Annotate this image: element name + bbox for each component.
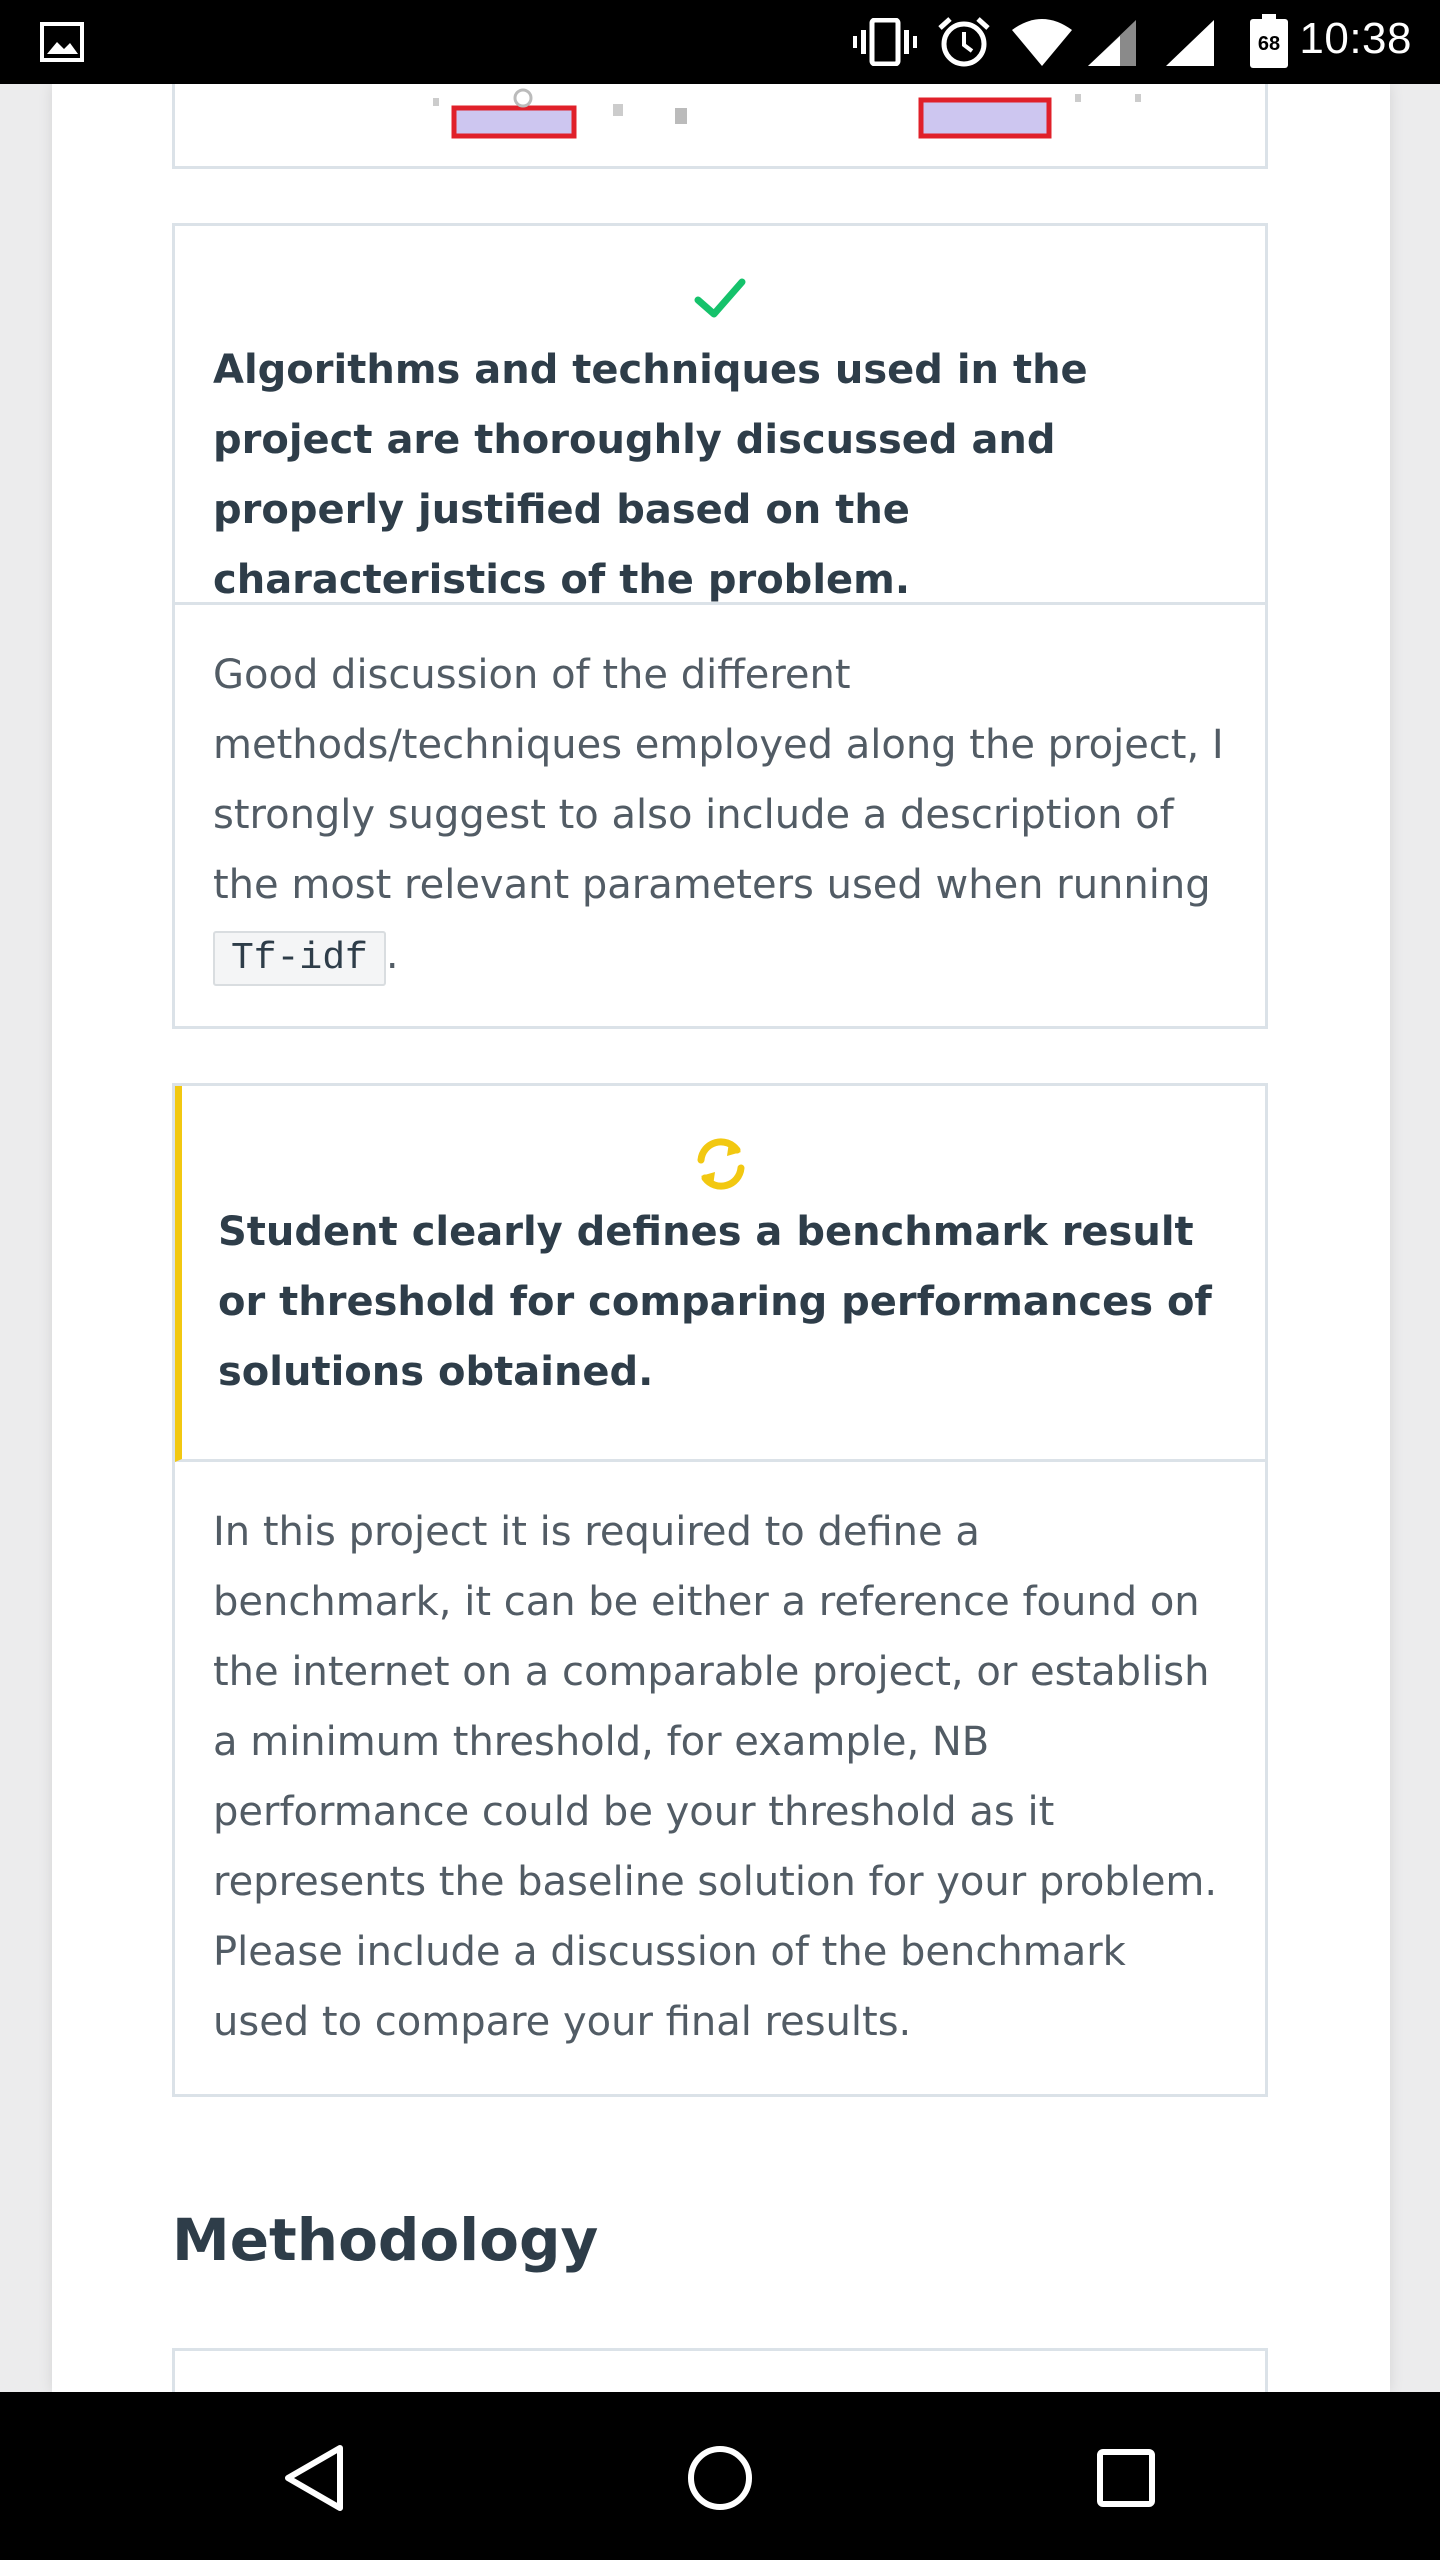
back-icon[interactable] [282,2444,346,2512]
vibrate-icon [853,18,917,66]
checkmark-icon [694,278,746,318]
criterion-title: Algorithms and techniques used in the pr… [213,347,1088,603]
comment-text: Good discussion of the different methods… [213,652,1224,908]
chart-thumbnail [433,88,1141,139]
reviewer-comment: In this project it is required to define… [213,1509,1218,2045]
criterion-card-next [172,2348,1268,2392]
status-bar: 68 10:38 [0,0,1440,84]
cell-signal-icon [1166,20,1214,66]
criterion-card-previous [172,84,1268,169]
section-title: Methodology [172,2206,599,2274]
wifi-icon [1012,19,1072,66]
code-snippet: Tf-idf [213,931,386,986]
clock: 10:38 [1299,14,1412,63]
criterion-card-algorithms: Algorithms and techniques used in the pr… [172,223,1268,1029]
criterion-title: Student clearly defines a benchmark resu… [218,1209,1212,1395]
refresh-icon [697,1138,744,1190]
navigation-bar [0,2392,1440,2560]
home-icon[interactable] [686,2444,754,2512]
comment-text-end: . [385,932,399,978]
criterion-header: Student clearly defines a benchmark resu… [175,1086,1265,1462]
review-content: Algorithms and techniques used in the pr… [52,84,1390,2392]
reviewer-comment: Good discussion of the different methods… [213,640,1231,994]
gallery-icon [40,22,84,62]
battery-level: 68 [1257,33,1281,55]
alarm-icon [938,17,990,67]
criterion-header: Algorithms and techniques used in the pr… [175,226,1265,605]
cell-signal-icon [1088,20,1136,66]
criterion-card-benchmark: Student clearly defines a benchmark resu… [172,1083,1268,2097]
recents-icon[interactable] [1096,2448,1156,2508]
review-page[interactable]: Algorithms and techniques used in the pr… [0,84,1440,2392]
